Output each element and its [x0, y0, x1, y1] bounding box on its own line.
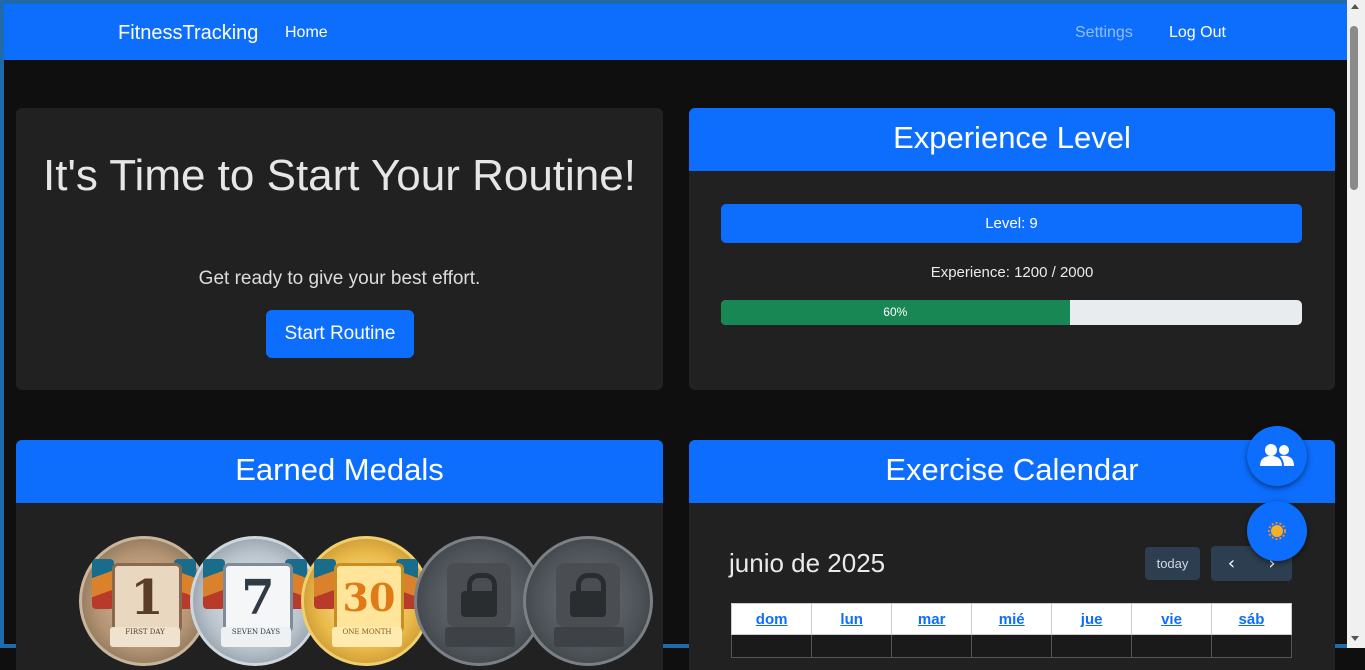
medal-1-caption: FIRST DAY	[110, 627, 180, 647]
scrollbar-thumb[interactable]	[1350, 26, 1358, 190]
weekday-link[interactable]: sáb	[1239, 611, 1265, 628]
medal-1-number: 1	[112, 563, 182, 633]
experience-header: Experience Level	[689, 108, 1335, 171]
hero-subtitle: Get ready to give your best effort.	[198, 268, 481, 289]
calendar-day-cell[interactable]	[1131, 634, 1212, 658]
calendar-today-button[interactable]: today	[1145, 547, 1200, 580]
navbar: FitnessTracking Home Settings Log Out	[4, 4, 1347, 60]
hero-title: It's Time to Start Your Routine!	[43, 151, 636, 200]
weekday-link[interactable]: mar	[918, 611, 946, 628]
weekday-link[interactable]: dom	[756, 611, 788, 628]
calendar-day-cell[interactable]	[1210, 634, 1293, 658]
lock-icon	[556, 563, 620, 627]
weekday-header: vie	[1131, 603, 1212, 635]
nav-home-link[interactable]: Home	[285, 24, 328, 42]
chevron-left-icon: ‹	[1227, 553, 1236, 574]
weekday-link[interactable]: vie	[1161, 611, 1182, 628]
hero-card: It's Time to Start Your Routine! Get rea…	[16, 108, 663, 390]
weekday-link[interactable]: jue	[1081, 611, 1103, 628]
scroll-up-arrow-icon[interactable]	[1351, 4, 1359, 9]
level-badge: Level: 9	[721, 204, 1302, 243]
theme-toggle-button[interactable]	[1247, 501, 1307, 561]
weekday-header: dom	[730, 603, 813, 635]
experience-card: Experience Level Level: 9 Experience: 12…	[689, 108, 1335, 390]
calendar-card: Exercise Calendar junio de 2025 today ‹ …	[689, 440, 1335, 670]
weekday-header: mié	[971, 603, 1053, 635]
nav-logout-link[interactable]: Log Out	[1169, 24, 1226, 42]
gold-medal-icon: 30 ONE MONTH	[301, 536, 431, 666]
medals-card: Earned Medals 1 FIRST DAY 7 SEVEN DAYS 3…	[16, 440, 663, 670]
calendar-day-cell[interactable]	[730, 634, 813, 658]
calendar-prev-button[interactable]: ‹	[1211, 546, 1252, 581]
calendar-day-cell[interactable]	[971, 634, 1053, 658]
weekday-link[interactable]: lun	[840, 611, 863, 628]
calendar-grid: dom lun mar mié jue vie sáb	[730, 603, 1293, 658]
weekday-header: lun	[811, 603, 893, 635]
weekday-header: mar	[891, 603, 973, 635]
calendar-header: Exercise Calendar	[689, 440, 1335, 503]
medal-7-number: 7	[223, 563, 293, 633]
users-icon	[1260, 444, 1294, 466]
scroll-down-arrow-icon[interactable]	[1351, 636, 1359, 641]
brand-link[interactable]: FitnessTracking	[118, 22, 258, 45]
sun-icon	[1268, 522, 1286, 540]
start-routine-button[interactable]: Start Routine	[266, 310, 414, 358]
experience-progress: 60%	[721, 300, 1302, 325]
locked-medal-icon	[523, 536, 653, 666]
medals-header: Earned Medals	[16, 440, 663, 503]
calendar-day-cell[interactable]	[811, 634, 893, 658]
weekday-header: jue	[1051, 603, 1133, 635]
lock-icon	[447, 563, 511, 627]
nav-settings-link[interactable]: Settings	[1075, 24, 1133, 42]
locked-medal-caption	[554, 627, 624, 647]
experience-progress-fill: 60%	[721, 300, 1070, 325]
friends-button[interactable]	[1247, 426, 1307, 486]
calendar-month-title: junio de 2025	[729, 548, 886, 578]
calendar-day-cell[interactable]	[891, 634, 973, 658]
locked-medal-caption	[445, 627, 515, 647]
medal-30-caption: ONE MONTH	[332, 627, 402, 647]
weekday-header: sáb	[1210, 603, 1293, 635]
weekday-link[interactable]: mié	[999, 611, 1025, 628]
experience-text: Experience: 1200 / 2000	[930, 264, 1094, 281]
medal-30-number: 30	[334, 563, 404, 633]
calendar-day-cell[interactable]	[1051, 634, 1133, 658]
medal-7-caption: SEVEN DAYS	[221, 627, 291, 647]
